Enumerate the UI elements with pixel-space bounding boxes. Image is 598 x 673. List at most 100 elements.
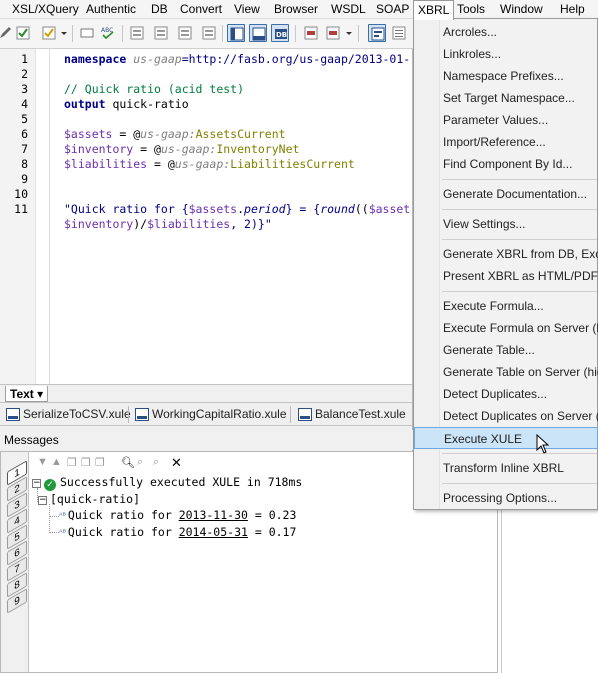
wrap-icon[interactable]: [368, 24, 386, 42]
result-date-link[interactable]: 2014-05-31: [179, 525, 248, 539]
menu-separator: [442, 291, 597, 292]
project-window-icon[interactable]: [227, 24, 245, 42]
menu-item-detect-duplicates[interactable]: Detect Duplicates...: [414, 383, 598, 405]
operator: = @: [133, 142, 161, 156]
menu-item-arcroles[interactable]: Arcroles...: [414, 21, 598, 43]
menu-wsdl[interactable]: WSDL: [327, 0, 370, 19]
line-number: 8: [21, 157, 28, 171]
properties-icon[interactable]: [390, 24, 408, 42]
copy-all-icon[interactable]: ❐: [81, 456, 91, 469]
menu-xsl-xquery[interactable]: XSL/XQuery: [8, 0, 83, 19]
namespace-prefix: us-gaap: [133, 52, 182, 66]
menu-item-generate-xbrl[interactable]: Generate XBRL from DB, Excel,: [414, 243, 598, 265]
code-editor[interactable]: 1 2 3 4 5 6 7 8 9 10 11 namespace us-gaa…: [0, 49, 412, 422]
qname-prefix: us-gaap:: [140, 127, 196, 141]
mouse-pointer-icon: [536, 433, 550, 457]
keyword: output: [64, 97, 106, 111]
code-line-11: "Quick ratio for {$assets.period} = {rou…: [64, 202, 410, 217]
menu-item-execute-formula-server[interactable]: Execute Formula on Server (hig: [414, 317, 598, 339]
menu-item-generate-table-server[interactable]: Generate Table on Server (high: [414, 361, 598, 383]
copy-all-to-clipboard-icon[interactable]: ❐: [95, 456, 105, 469]
toolbar-separator: [72, 25, 73, 42]
code-line-3: // Quick ratio (acid test): [64, 82, 244, 97]
message-group[interactable]: − [quick-ratio]: [38, 491, 140, 507]
definition-icon[interactable]: [302, 24, 320, 42]
xsl-transform-icon[interactable]: [128, 24, 146, 42]
copy-message-icon[interactable]: ❐: [67, 456, 77, 469]
menu-item-present-xbrl[interactable]: Present XBRL as HTML/PDF/Wo: [414, 265, 598, 287]
line-number: 10: [14, 187, 28, 201]
xslfo-transform-icon[interactable]: [152, 24, 170, 42]
fold-margin-divider: [49, 49, 50, 384]
menu-authentic[interactable]: Authentic: [82, 0, 140, 19]
menu-item-detect-duplicates-server[interactable]: Detect Duplicates on Server (h: [414, 405, 598, 427]
previous-message-icon[interactable]: ▲: [51, 456, 62, 468]
xquery-execute-icon[interactable]: [176, 24, 194, 42]
result-date-link[interactable]: 2013-11-30: [179, 508, 248, 522]
menu-item-execute-xule[interactable]: Execute XULE: [414, 427, 598, 449]
tree-line: [49, 504, 50, 533]
operator: ((: [354, 202, 369, 216]
menu-separator: [442, 179, 597, 180]
menu-item-view-settings[interactable]: View Settings...: [414, 213, 598, 235]
code-line-8: $liabilities = @us-gaap:LiabilitiesCurre…: [64, 157, 355, 172]
check-well-formed-icon[interactable]: [14, 24, 32, 42]
menu-window[interactable]: Window: [496, 0, 547, 19]
find-icon[interactable]: 🔍︎: [121, 456, 135, 469]
menu-item-find-component[interactable]: Find Component By Id...: [414, 153, 598, 175]
clear-messages-icon[interactable]: ✕: [171, 455, 182, 471]
menu-item-namespace-prefixes[interactable]: Namespace Prefixes...: [414, 65, 598, 87]
file-open-icon[interactable]: [324, 24, 342, 42]
variable: $asset: [368, 202, 411, 216]
find-next-icon[interactable]: ⌕: [153, 456, 159, 469]
menu-item-linkroles[interactable]: Linkroles...: [414, 43, 598, 65]
xule-file-icon: [135, 408, 149, 421]
variable: $liabilities: [147, 217, 231, 231]
menu-browser[interactable]: Browser: [270, 0, 322, 19]
menu-db[interactable]: DB: [147, 0, 172, 19]
text-result-icon: ᴬᴮ: [59, 528, 66, 537]
menu-item-import-reference[interactable]: Import/Reference...: [414, 131, 598, 153]
toggle-icon[interactable]: [78, 24, 96, 42]
database-window-icon[interactable]: DB: [271, 24, 289, 42]
qname-local: InventoryNet: [216, 142, 300, 156]
message-result[interactable]: ᴬᴮ Quick ratio for 2013-11-30 = 0.23: [59, 507, 296, 524]
xpath-icon[interactable]: [200, 24, 218, 42]
validate-dropdown-chevron-down-icon[interactable]: [58, 24, 68, 42]
menu-item-set-target-namespace[interactable]: Set Target Namespace...: [414, 87, 598, 109]
menu-item-generate-documentation[interactable]: Generate Documentation...: [414, 183, 598, 205]
toolbar-separator: [295, 25, 296, 42]
comment: // Quick ratio (acid test): [64, 82, 245, 96]
message-result[interactable]: ᴬᴮ Quick ratio for 2014-05-31 = 0.17: [59, 524, 296, 541]
find-previous-icon[interactable]: ⌕: [137, 456, 143, 469]
menu-xbrl[interactable]: XBRL: [413, 0, 455, 20]
success-text: Successfully executed XULE in 718ms: [60, 475, 303, 489]
menu-item-transform-inline-xbrl[interactable]: Transform Inline XBRL: [414, 457, 598, 479]
menu-item-processing-options[interactable]: Processing Options...: [414, 487, 598, 509]
keyword: namespace: [64, 52, 127, 66]
toolbar-separator: [222, 25, 223, 42]
menu-tools[interactable]: Tools: [453, 0, 489, 19]
output-window-icon[interactable]: [249, 24, 267, 42]
file-dropdown-chevron-down-icon[interactable]: [343, 24, 353, 42]
menu-soap[interactable]: SOAP: [372, 0, 413, 19]
menu-view[interactable]: View: [230, 0, 264, 19]
menu-item-parameter-values[interactable]: Parameter Values...: [414, 109, 598, 131]
spell-check-icon[interactable]: ABC: [99, 24, 117, 42]
next-message-icon[interactable]: ▼: [37, 456, 48, 468]
collapse-icon[interactable]: −: [32, 479, 41, 488]
validate-icon[interactable]: [40, 24, 58, 42]
file-tab-balance-test[interactable]: BalanceTest.xule: [296, 406, 406, 423]
file-tab-serialize[interactable]: SerializeToCSV.xule: [4, 406, 131, 423]
menu-item-generate-table[interactable]: Generate Table...: [414, 339, 598, 361]
operator: = @: [112, 127, 141, 141]
success-check-icon: ✓: [44, 479, 56, 491]
menu-item-execute-formula[interactable]: Execute Formula...: [414, 295, 598, 317]
collapse-icon[interactable]: −: [38, 496, 47, 505]
menu-convert[interactable]: Convert: [176, 0, 226, 19]
message-success[interactable]: − ✓ Successfully executed XULE in 718ms: [32, 474, 302, 491]
menu-help[interactable]: Help: [556, 0, 589, 19]
edit-icon[interactable]: [0, 24, 14, 42]
text-view-dropdown[interactable]: Text ▾: [5, 386, 49, 402]
file-tab-working-capital[interactable]: WorkingCapitalRatio.xule: [133, 406, 287, 423]
